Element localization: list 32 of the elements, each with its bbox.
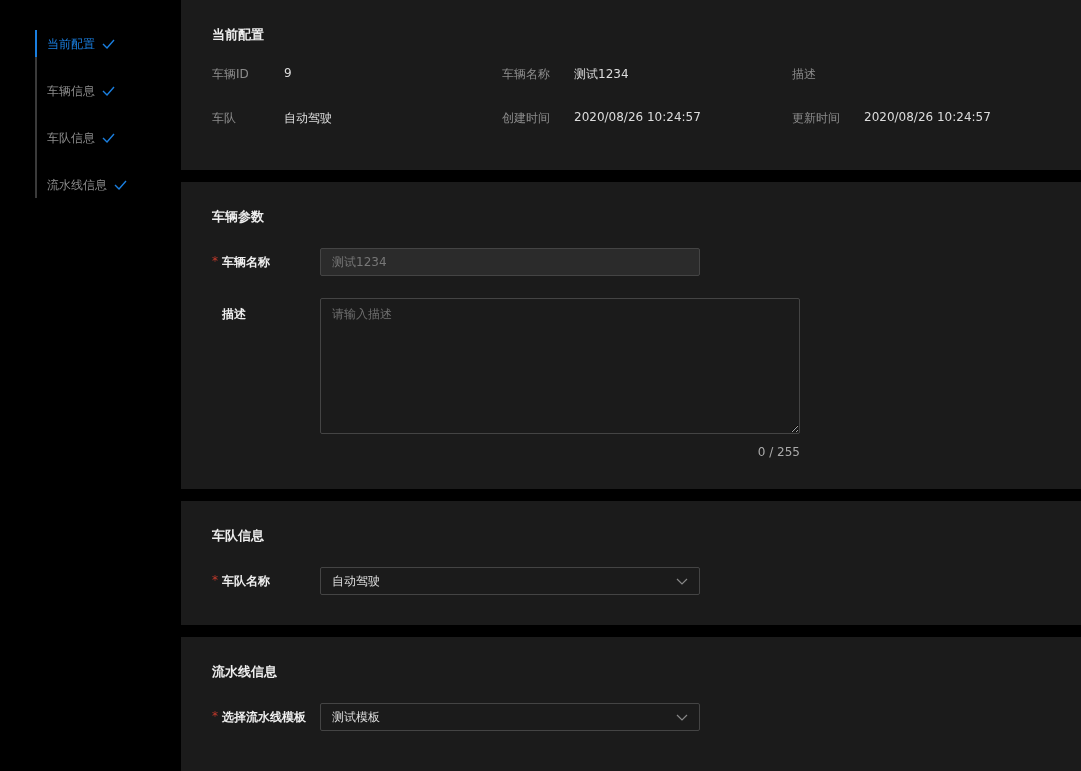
info-label: 车辆ID [212,65,250,83]
sidebar-item[interactable]: 当前配置 [47,36,95,53]
info-value: 9 [284,65,292,82]
info-label: 车队 [212,109,237,127]
info-label: 创建时间 [502,109,551,127]
info-value: 测试1234 [574,65,629,83]
info-value: 2020/08/26 10:24:57 [574,109,701,126]
panel-title: 流水线信息 [212,663,278,681]
description-textarea[interactable]: 请输入描述 [320,298,800,434]
info-label: 更新时间 [792,109,841,127]
sidebar-item[interactable]: 车辆信息 [47,83,95,100]
sidebar-item[interactable]: 车队信息 [47,130,95,147]
info-value: 2020/08/26 10:24:57 [864,109,991,126]
required-mark: * [212,253,218,268]
info-label: 车辆名称 [502,65,551,83]
chevron-down-icon [676,577,688,585]
field-label: 车队名称 [222,572,270,590]
field-label: 车辆名称 [222,253,270,271]
select-dropdown[interactable]: 测试模板 [320,703,700,731]
select-dropdown[interactable]: 自动驾驶 [320,567,700,595]
required-mark: * [212,572,218,587]
field-label: 描述 [222,306,246,323]
chevron-down-icon [676,713,688,721]
info-label: 描述 [792,65,817,83]
sidebar-item[interactable]: 流水线信息 [47,177,107,194]
panel-title: 车辆参数 [212,208,265,226]
required-mark: * [212,708,218,723]
panel-title: 车队信息 [212,527,265,545]
field-label: 选择流水线模板 [222,708,306,726]
panel-title: 当前配置 [212,26,265,44]
info-value: 自动驾驶 [284,109,332,127]
char-counter: 0 / 255 [757,445,800,459]
